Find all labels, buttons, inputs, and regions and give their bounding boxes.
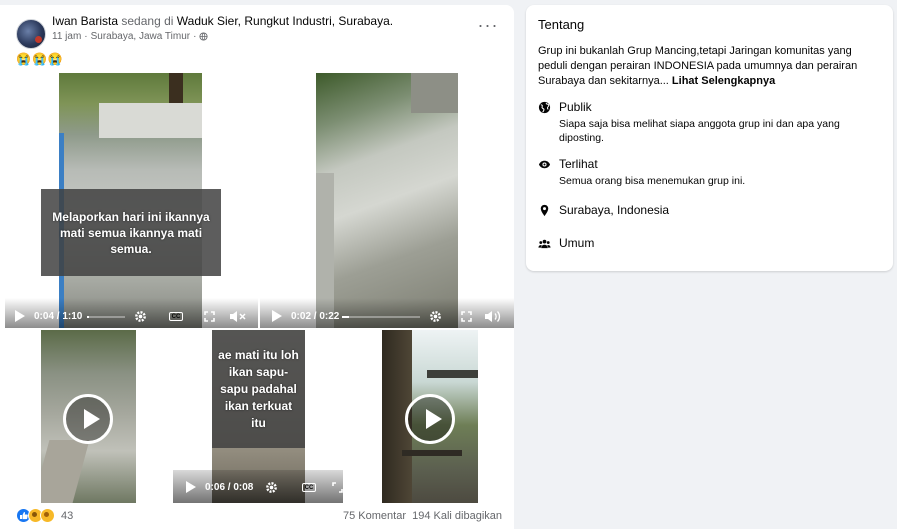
wow-reaction-icon bbox=[40, 508, 55, 523]
globe-icon bbox=[538, 101, 551, 114]
category-label: Umum bbox=[559, 236, 595, 250]
post-text-emoji: 😭😭😭 bbox=[16, 52, 64, 66]
video-tile-5[interactable] bbox=[345, 330, 514, 503]
privacy-description: Siapa saja bisa melihat siapa anggota gr… bbox=[559, 118, 840, 144]
settings-gear-icon[interactable] bbox=[264, 480, 278, 494]
reaction-count: 43 bbox=[61, 509, 74, 522]
settings-gear-icon[interactable] bbox=[428, 309, 442, 323]
location-label[interactable]: Surabaya, Indonesia bbox=[559, 203, 669, 217]
checkin-location[interactable]: Waduk Sier, Rungkut Industri, Surabaya. bbox=[177, 14, 393, 28]
video-time: 0:04 / 1:10 bbox=[34, 311, 83, 322]
video-progress-bar[interactable] bbox=[87, 316, 125, 318]
fullscreen-icon[interactable] bbox=[203, 310, 215, 322]
video-tile-3[interactable] bbox=[0, 330, 171, 503]
post-header: Iwan Barista sedang di Waduk Sier, Rungk… bbox=[52, 14, 393, 28]
comments-count[interactable]: 75 Komentar bbox=[343, 510, 406, 522]
post-card: Iwan Barista sedang di Waduk Sier, Rungk… bbox=[0, 5, 514, 529]
checkin-verb: sedang di bbox=[121, 14, 174, 28]
privacy-label: Publik bbox=[559, 100, 592, 114]
visibility-label: Terlihat bbox=[559, 157, 598, 171]
fullscreen-icon[interactable] bbox=[331, 481, 343, 493]
visibility-description: Semua orang bisa menemukan grup ini. bbox=[559, 175, 746, 187]
about-card: Tentang Grup ini bukanlah Grup Mancing,t… bbox=[526, 5, 893, 271]
fullscreen-icon[interactable] bbox=[460, 310, 472, 322]
play-button-icon[interactable] bbox=[63, 394, 113, 444]
play-icon[interactable] bbox=[14, 309, 26, 323]
meta-separator: · bbox=[193, 31, 197, 42]
post-meta: 11 jam · Surabaya, Jawa Timur · bbox=[52, 31, 209, 42]
play-button-icon[interactable] bbox=[405, 394, 455, 444]
post-timestamp[interactable]: 11 jam bbox=[52, 31, 81, 42]
video-progress-bar[interactable] bbox=[342, 316, 420, 318]
reactions-summary[interactable]: 43 bbox=[16, 508, 73, 523]
post-footer: 43 75 Komentar 194 Kali dibagikan bbox=[16, 508, 502, 526]
video-progress-fill bbox=[342, 316, 350, 318]
eye-icon bbox=[538, 160, 551, 169]
video-time: 0:02 / 0:22 bbox=[291, 311, 340, 322]
volume-icon[interactable] bbox=[484, 309, 502, 323]
captions-cc-icon[interactable]: CC bbox=[302, 483, 316, 492]
captions-cc-icon[interactable]: CC bbox=[169, 312, 183, 321]
location-pin-icon bbox=[540, 204, 549, 217]
about-title: Tentang bbox=[538, 17, 585, 32]
post-options-button[interactable]: ··· bbox=[476, 16, 500, 37]
play-icon[interactable] bbox=[271, 309, 283, 323]
shares-count[interactable]: 194 Kali dibagikan bbox=[412, 510, 502, 522]
settings-gear-icon[interactable] bbox=[133, 309, 147, 323]
video-controls bbox=[173, 470, 343, 503]
video-tile-4[interactable]: ae mati itu loh ikan sapu-sapu padahal i… bbox=[173, 330, 343, 503]
play-icon[interactable] bbox=[185, 480, 197, 494]
globe-icon bbox=[199, 32, 209, 41]
volume-muted-icon[interactable] bbox=[229, 309, 247, 323]
see-more-link[interactable]: Lihat Selengkapnya bbox=[672, 75, 775, 87]
author-name[interactable]: Iwan Barista bbox=[52, 14, 118, 28]
author-avatar[interactable] bbox=[16, 19, 46, 49]
about-description: Grup ini bukanlah Grup Mancing,tetapi Ja… bbox=[538, 44, 878, 89]
video-time: 0:06 / 0:08 bbox=[205, 482, 254, 493]
video-tile-1[interactable]: Melaporkan hari ini ikannya mati semua i… bbox=[5, 73, 258, 328]
people-icon bbox=[538, 239, 551, 249]
video-caption: ae mati itu loh ikan sapu-sapu padahal i… bbox=[212, 330, 305, 448]
video-progress-fill bbox=[87, 316, 90, 318]
video-tile-2[interactable]: 0:02 / 0:22 bbox=[260, 73, 514, 328]
meta-separator: · bbox=[84, 31, 88, 42]
video-caption: Melaporkan hari ini ikannya mati semua i… bbox=[41, 189, 221, 276]
video-frame bbox=[316, 73, 458, 328]
post-place: Surabaya, Jawa Timur bbox=[90, 31, 191, 42]
